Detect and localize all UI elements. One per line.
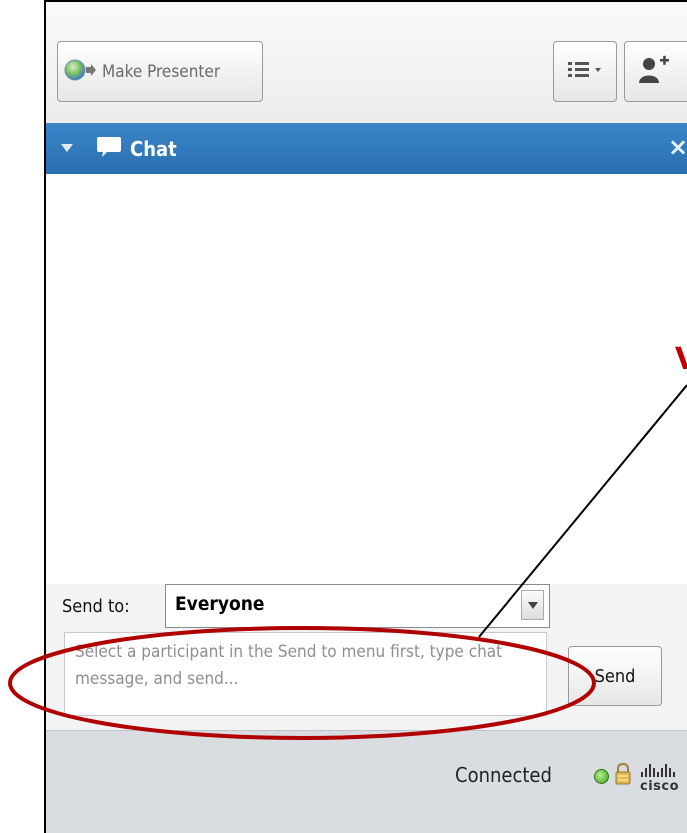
- chat-message-input[interactable]: Select a participant in the Send to menu…: [64, 632, 547, 716]
- list-view-button[interactable]: [553, 41, 617, 102]
- participants-chat-panel: Make Presenter Chat × Send to: Everyone …: [46, 2, 687, 833]
- collapse-chevron-icon[interactable]: [60, 139, 74, 158]
- close-icon[interactable]: ×: [668, 133, 687, 161]
- presenter-globe-icon: [64, 58, 98, 86]
- send-to-select[interactable]: Everyone: [165, 584, 550, 628]
- add-participant-icon: [637, 55, 671, 89]
- chat-bubble-icon: [96, 135, 122, 163]
- send-to-label: Send to:: [62, 596, 130, 617]
- status-bar: Connected cisco: [46, 730, 687, 833]
- send-to-value: Everyone: [175, 593, 265, 615]
- lock-icon: [614, 762, 632, 790]
- annotation-text-fragment: V: [675, 342, 687, 377]
- dropdown-arrow-icon[interactable]: [521, 590, 544, 620]
- list-menu-icon: [566, 59, 604, 85]
- cisco-wordmark: cisco: [640, 779, 680, 794]
- make-presenter-button[interactable]: Make Presenter: [57, 41, 263, 102]
- cisco-logo: cisco: [640, 763, 687, 799]
- make-presenter-label: Make Presenter: [102, 61, 221, 82]
- add-participant-button[interactable]: [624, 41, 687, 102]
- chat-title: Chat: [130, 136, 177, 161]
- chevron-down-icon: [595, 67, 601, 72]
- panel-toolbar: Make Presenter: [46, 2, 687, 124]
- chat-header[interactable]: Chat ×: [46, 123, 687, 174]
- send-section: Send to: Everyone Select a participant i…: [46, 584, 687, 734]
- chat-messages-area: [46, 174, 687, 584]
- connection-status-text: Connected: [455, 763, 552, 787]
- send-button[interactable]: Send: [568, 646, 662, 706]
- status-dot-icon: [594, 769, 609, 784]
